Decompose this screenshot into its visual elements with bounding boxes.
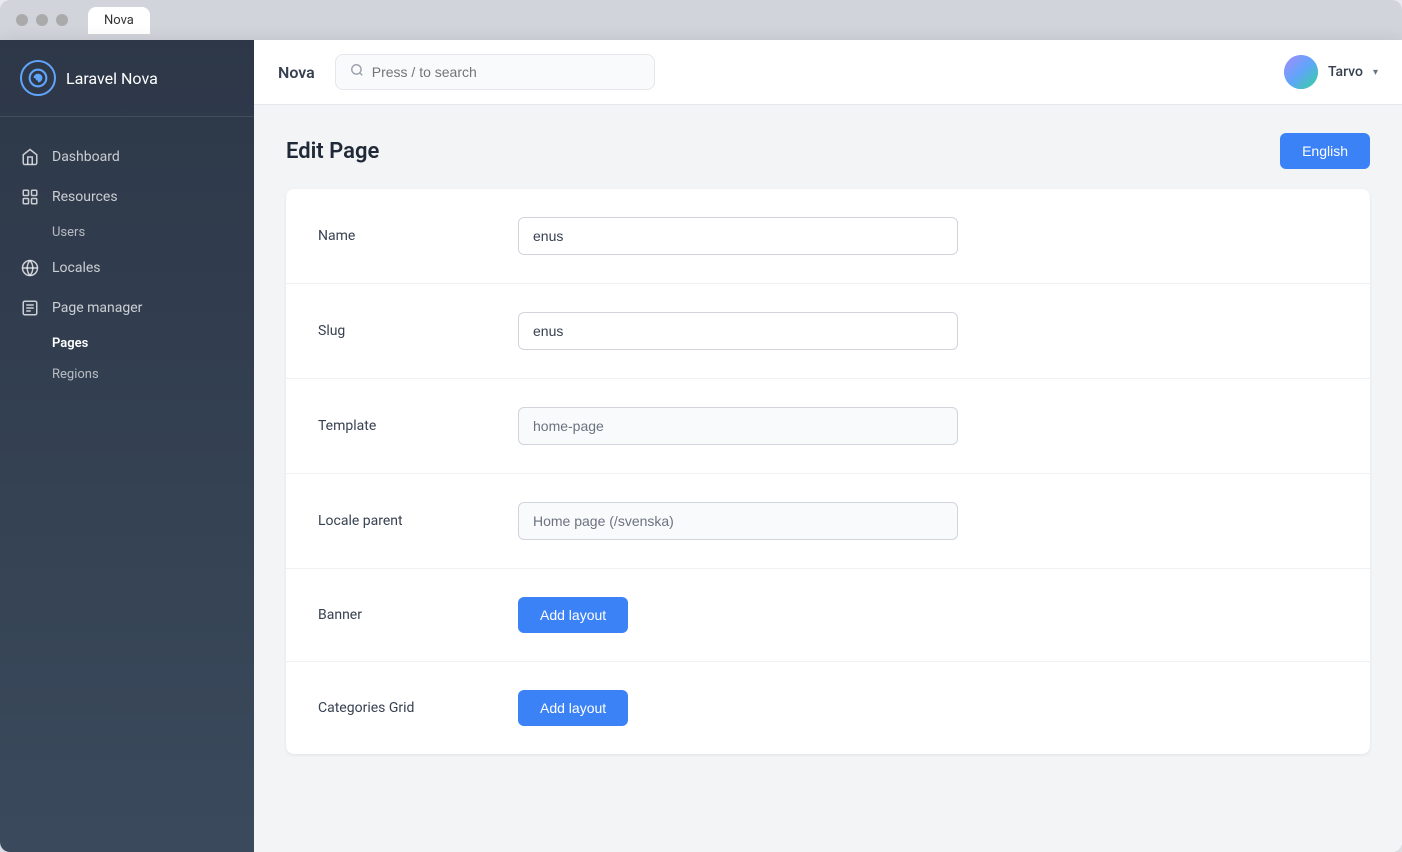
form-row-template: Template [286, 379, 1370, 474]
search-icon [350, 63, 364, 81]
logo-icon [20, 60, 56, 96]
sidebar-item-dashboard[interactable]: Dashboard [0, 137, 254, 177]
sidebar-item-pages-label: Pages [52, 336, 88, 351]
form-label-template: Template [318, 418, 518, 434]
sidebar-item-resources-label: Resources [52, 189, 118, 205]
header-nova-label: Nova [278, 63, 315, 82]
sidebar-logo: Laravel Nova [0, 40, 254, 117]
form-row-categories-grid: Categories Grid Add layout [286, 662, 1370, 754]
sidebar-logo-text: Laravel Nova [66, 69, 158, 88]
form-row-name: Name [286, 189, 1370, 284]
locale-parent-input[interactable] [518, 502, 958, 540]
page-header: Edit Page English [254, 105, 1402, 189]
language-button[interactable]: English [1280, 133, 1370, 169]
form-row-slug: Slug [286, 284, 1370, 379]
sidebar: Laravel Nova Dashboard [0, 40, 254, 852]
sidebar-item-page-manager[interactable]: Page manager [0, 288, 254, 328]
slug-input[interactable] [518, 312, 958, 350]
search-input[interactable] [372, 64, 640, 80]
form-row-banner: Banner Add layout [286, 569, 1370, 662]
content-area: Edit Page English Name Slug Template [254, 105, 1402, 852]
sidebar-item-locales-label: Locales [52, 260, 101, 276]
main-area: Nova Tarvo ▾ [254, 40, 1402, 852]
user-area[interactable]: Tarvo ▾ [1284, 55, 1378, 89]
form-label-name: Name [318, 228, 518, 244]
banner-add-layout-button[interactable]: Add layout [518, 597, 628, 633]
form-row-locale-parent: Locale parent [286, 474, 1370, 569]
header: Nova Tarvo ▾ [254, 40, 1402, 105]
sidebar-nav: Dashboard Resources Users [0, 117, 254, 852]
user-name: Tarvo [1328, 64, 1363, 80]
page-title: Edit Page [286, 139, 379, 164]
sidebar-item-users[interactable]: Users [0, 217, 254, 248]
browser-tab[interactable]: Nova [88, 7, 150, 34]
sidebar-item-regions[interactable]: Regions [0, 359, 254, 390]
browser-dot-green [56, 14, 68, 26]
categories-grid-add-layout-button[interactable]: Add layout [518, 690, 628, 726]
app-wrapper: Laravel Nova Dashboard [0, 40, 1402, 852]
avatar-image [1284, 55, 1318, 89]
form-label-categories-grid: Categories Grid [318, 700, 518, 716]
template-input[interactable] [518, 407, 958, 445]
page-manager-icon [20, 298, 40, 318]
form-card: Name Slug Template Locale parent [286, 189, 1370, 754]
browser-dot-red [16, 14, 28, 26]
sidebar-item-users-label: Users [52, 225, 85, 240]
name-input[interactable] [518, 217, 958, 255]
sidebar-item-resources[interactable]: Resources [0, 177, 254, 217]
resources-icon [20, 187, 40, 207]
avatar [1284, 55, 1318, 89]
chevron-down-icon: ▾ [1373, 67, 1378, 78]
sidebar-item-pages[interactable]: Pages [0, 328, 254, 359]
form-label-slug: Slug [318, 323, 518, 339]
sidebar-item-dashboard-label: Dashboard [52, 149, 120, 165]
form-label-locale-parent: Locale parent [318, 513, 518, 529]
browser-chrome: Nova [0, 0, 1402, 40]
globe-icon [20, 258, 40, 278]
form-label-banner: Banner [318, 607, 518, 623]
sidebar-item-locales[interactable]: Locales [0, 248, 254, 288]
browser-dot-yellow [36, 14, 48, 26]
sidebar-item-regions-label: Regions [52, 367, 99, 382]
home-icon [20, 147, 40, 167]
sidebar-item-page-manager-label: Page manager [52, 300, 142, 316]
search-bar[interactable] [335, 54, 655, 90]
